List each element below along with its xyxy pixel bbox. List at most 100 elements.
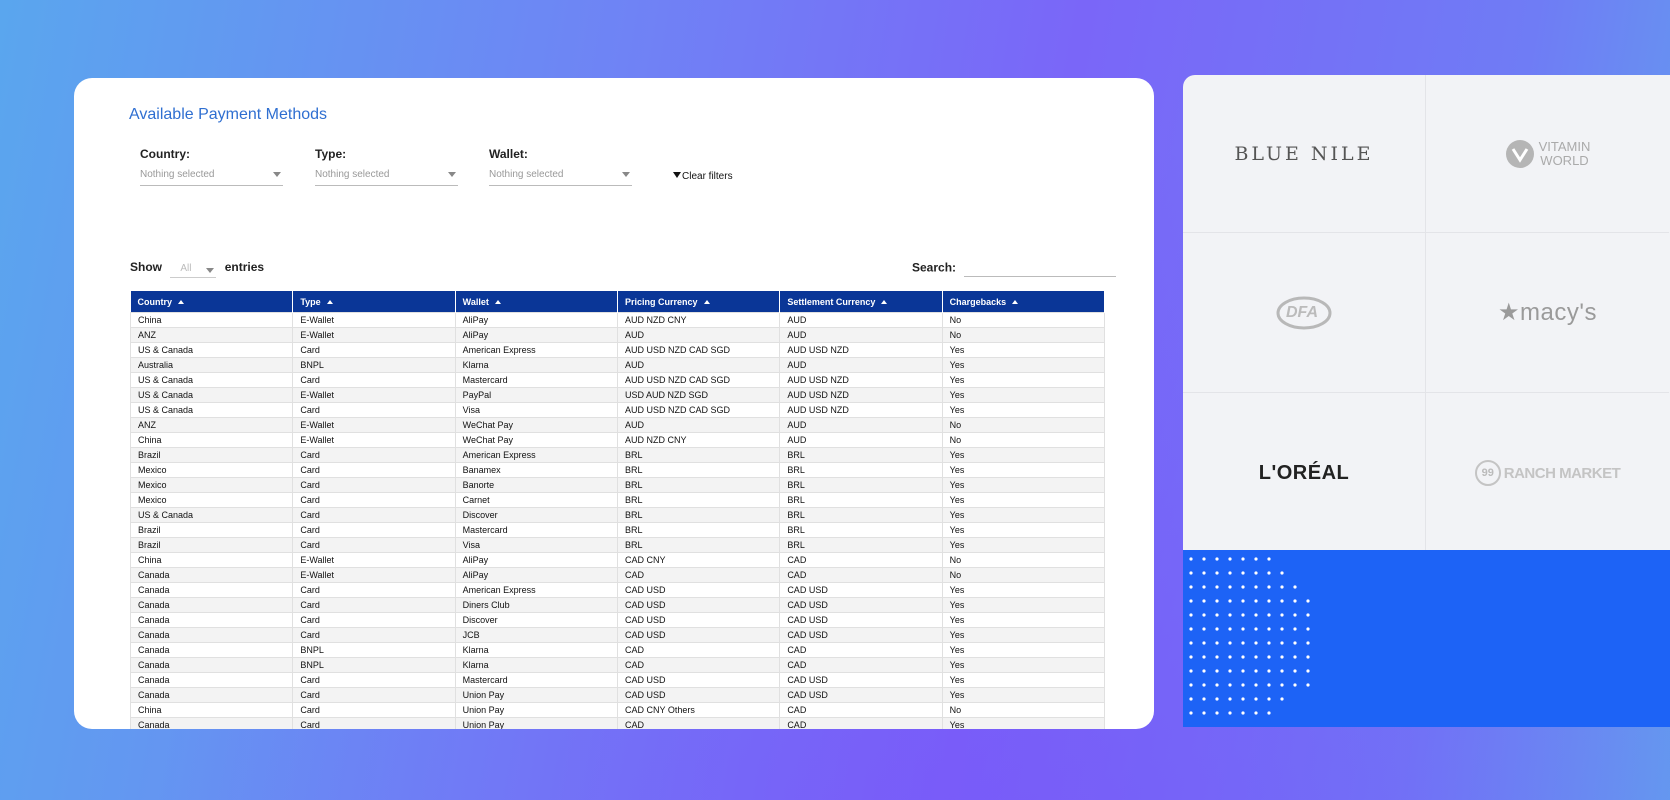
- table-cell: BRL: [779, 507, 943, 523]
- dot: [1280, 585, 1284, 589]
- table-row: Brazil Card Mastercard BRL BRL Yes: [129, 522, 1106, 538]
- table-cell: Klarna: [454, 657, 618, 673]
- dfa-logo: DFA: [1276, 295, 1332, 331]
- table-cell: CAD USD: [616, 582, 781, 598]
- column-header[interactable]: Country: [130, 291, 294, 313]
- table-cell: BRL: [616, 537, 781, 553]
- table-cell: Yes: [941, 627, 1106, 643]
- column-header[interactable]: Settlement Currency: [779, 291, 943, 313]
- table-cell: BRL: [779, 462, 943, 478]
- dot: [1241, 585, 1245, 589]
- clear-filters-button[interactable]: Clear filters: [673, 171, 733, 182]
- table-cell: Canada: [129, 582, 294, 598]
- table-cell: BRL: [616, 492, 781, 508]
- column-header[interactable]: Pricing Currency: [617, 291, 781, 313]
- table-cell: Canada: [129, 642, 294, 658]
- dot: [1189, 711, 1193, 715]
- table-cell: Canada: [129, 672, 294, 688]
- dot: [1241, 669, 1245, 673]
- table-cell: Card: [292, 507, 456, 523]
- logo-99-ranch-market: 99 RANCH MARKET: [1426, 393, 1669, 550]
- table-cell: No: [941, 567, 1106, 583]
- dot: [1215, 599, 1219, 603]
- dot: [1254, 585, 1258, 589]
- dot: [1228, 697, 1232, 701]
- dot: [1228, 669, 1232, 673]
- table-cell: No: [941, 312, 1106, 328]
- column-header-label: Pricing Currency: [624, 296, 698, 307]
- dot: [1202, 571, 1206, 575]
- table-cell: Carnet: [454, 492, 618, 508]
- table-row: Canada BNPL Klarna CAD CAD Yes: [129, 642, 1106, 658]
- table-cell: Card: [292, 717, 456, 729]
- entries-select[interactable]: All: [170, 263, 217, 278]
- table-cell: AUD: [779, 432, 943, 448]
- table-cell: CAD: [616, 657, 781, 673]
- column-header-label: Chargebacks: [949, 296, 1007, 307]
- filter-wallet-value: Nothing selected: [489, 169, 564, 180]
- table-cell: AUD NZD CNY: [616, 432, 781, 448]
- table-row: ANZ E-Wallet WeChat Pay AUD AUD No: [129, 417, 1106, 433]
- table-row: Canada Card Discover CAD USD CAD USD Yes: [129, 612, 1106, 628]
- table-row: ANZ E-Wallet AliPay AUD AUD No: [129, 327, 1106, 343]
- dot: [1267, 599, 1271, 603]
- dot: [1215, 683, 1219, 687]
- table-row: Brazil Card American Express BRL BRL Yes: [129, 447, 1106, 463]
- column-header[interactable]: Type: [292, 291, 456, 313]
- dot: [1267, 683, 1271, 687]
- dot: [1280, 683, 1284, 687]
- table-cell: Yes: [941, 507, 1106, 523]
- world-text: WORLD: [1540, 152, 1589, 168]
- dot: [1202, 641, 1206, 645]
- filter-type[interactable]: Type: Nothing selected: [315, 147, 458, 186]
- table-cell: CAD USD: [616, 612, 781, 628]
- page-title: Available Payment Methods: [129, 106, 328, 123]
- dot: [1215, 557, 1219, 561]
- dot: [1228, 711, 1232, 715]
- table-cell: Canada: [129, 612, 294, 628]
- table-cell: Card: [292, 342, 456, 358]
- search-input[interactable]: [964, 258, 1117, 277]
- table-cell: Card: [292, 447, 456, 463]
- ranch-market-logo: 99 RANCH MARKET: [1474, 460, 1621, 486]
- dot: [1267, 711, 1271, 715]
- dot: [1241, 627, 1245, 631]
- dot: [1215, 711, 1219, 715]
- table-cell: China: [129, 432, 294, 448]
- dot: [1280, 655, 1284, 659]
- table-cell: Yes: [941, 462, 1106, 478]
- table-cell: AliPay: [454, 567, 618, 583]
- table-cell: Yes: [941, 447, 1106, 463]
- filter-wallet[interactable]: Wallet: Nothing selected: [489, 147, 632, 186]
- dot: [1293, 613, 1297, 617]
- dot: [1267, 641, 1271, 645]
- filter-country[interactable]: Country: Nothing selected: [140, 147, 283, 186]
- dot: [1293, 683, 1297, 687]
- table-cell: CAD USD: [779, 627, 943, 643]
- dot: [1215, 655, 1219, 659]
- filter-country-select[interactable]: Nothing selected: [140, 169, 283, 186]
- dot: [1254, 557, 1258, 561]
- table-cell: Brazil: [129, 447, 294, 463]
- dot: [1189, 627, 1193, 631]
- table-cell: CAD USD: [779, 597, 943, 613]
- dot: [1254, 571, 1258, 575]
- table-cell: US & Canada: [129, 342, 294, 358]
- filter-wallet-select[interactable]: Nothing selected: [489, 169, 632, 186]
- table-cell: E-Wallet: [292, 432, 456, 448]
- decorative-blue-panel: [1183, 550, 1670, 727]
- dot: [1306, 613, 1310, 617]
- dot: [1202, 655, 1206, 659]
- table-cell: Klarna: [454, 357, 618, 373]
- table-cell: AUD: [779, 417, 943, 433]
- clear-filters-label: Clear filters: [682, 171, 733, 182]
- dot: [1306, 655, 1310, 659]
- filter-type-select[interactable]: Nothing selected: [315, 169, 458, 186]
- table-row: Brazil Card Visa BRL BRL Yes: [129, 537, 1106, 553]
- column-header[interactable]: Wallet: [455, 291, 618, 313]
- dot: [1241, 599, 1245, 603]
- logo-dfa: DFA: [1183, 233, 1426, 393]
- table-cell: Mexico: [129, 477, 294, 493]
- table-cell: AUD USD NZD: [779, 387, 943, 403]
- column-header[interactable]: Chargebacks: [942, 291, 1106, 313]
